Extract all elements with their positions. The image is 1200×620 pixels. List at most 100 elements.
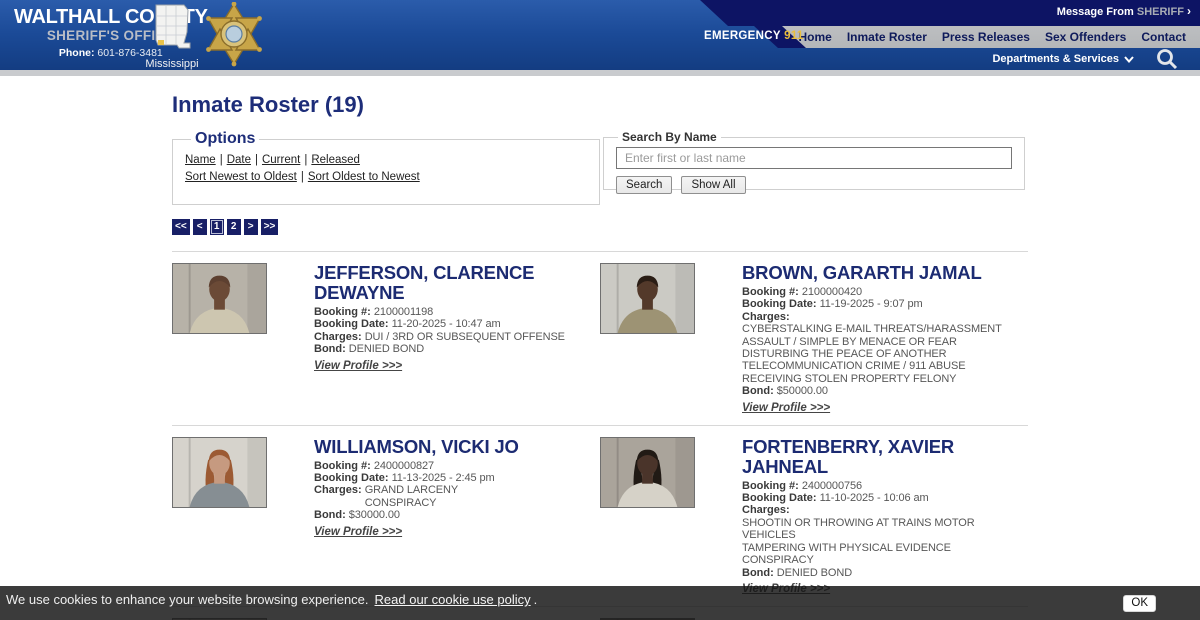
- field-value: SHOOTIN OR THROWING AT TRAINS MOTOR VEHI…: [742, 516, 975, 567]
- field-value: DENIED BOND: [348, 343, 425, 356]
- field-label: Bond:: [314, 509, 346, 522]
- emergency-label: EMERGENCY: [704, 30, 781, 42]
- options-fieldset: Options Name | Date | Current | Released Sort …: [172, 130, 600, 205]
- page-next-button[interactable]: >: [243, 219, 258, 235]
- charges-field: Charges: GRAND LARCENY CONSPIRACY: [314, 484, 594, 509]
- message-sheriff: SHERIFF: [1136, 6, 1184, 18]
- search-icon[interactable]: [1156, 48, 1178, 70]
- filter-released-link[interactable]: Released: [311, 154, 360, 166]
- charges-field: Charges:SHOOTIN OR THROWING AT TRAINS MO…: [742, 504, 1022, 566]
- field-label: Booking #:: [314, 306, 371, 318]
- sort-links: Sort Newest to Oldest | Sort Oldest to New…: [185, 169, 587, 186]
- departments-services-menu[interactable]: Departments & Services: [992, 53, 1119, 65]
- field-value: 2400000827: [373, 459, 435, 472]
- booking-number-field: Booking #: 2100000420: [742, 286, 1022, 298]
- field-label: Booking #:: [314, 459, 371, 472]
- booking-number-field: Booking #: 2100001198: [314, 306, 594, 318]
- field-value: 2100001198: [373, 306, 434, 318]
- page-prev-button[interactable]: <: [192, 219, 207, 235]
- bond-field: Bond: $30000.00: [314, 509, 594, 521]
- field-label: Booking #:: [742, 286, 799, 298]
- inmate-card: BROWN, GARARTH JAMAL Booking #: 210000042…: [600, 251, 1028, 425]
- nav-contact[interactable]: Contact: [1141, 30, 1186, 44]
- inmate-list: JEFFERSON, CLARENCE DEWAYNE Booking #: 21…: [172, 251, 1028, 620]
- booking-number-field: Booking #: 2400000827: [314, 460, 594, 472]
- field-value: $30000.00: [348, 509, 400, 522]
- field-value: 2400000756: [801, 479, 863, 492]
- field-label: Bond:: [742, 566, 774, 579]
- nav-press-releases[interactable]: Press Releases: [942, 30, 1030, 44]
- field-label: Booking Date:: [742, 298, 817, 311]
- site-header: WALTHALL COUNTY SHERIFF'S OFFICE Phone: …: [0, 0, 1200, 76]
- field-value: 11-20-2025 - 10:47 am: [391, 318, 501, 331]
- mugshot-photo[interactable]: [600, 263, 695, 334]
- mugshot-photo[interactable]: [172, 263, 267, 334]
- inmate-name: BROWN, GARARTH JAMAL: [742, 262, 982, 283]
- filter-name-link[interactable]: Name: [185, 154, 216, 166]
- bond-field: Bond: $50000.00: [742, 385, 1022, 397]
- mugshot-photo[interactable]: [172, 436, 267, 508]
- search-input[interactable]: [616, 147, 1012, 169]
- bond-field: Bond: DENIED BOND: [314, 343, 594, 355]
- page: WALTHALL COUNTY SHERIFF'S OFFICE Phone: …: [0, 0, 1200, 620]
- inmate-card: WILLIAMSON, VICKI JO Booking #: 240000082…: [172, 424, 600, 606]
- charges-field: Charges:CYBERSTALKING E-MAIL THREATS/HAR…: [742, 311, 1022, 385]
- field-label: Booking Date:: [314, 318, 389, 331]
- inmate-name: WILLIAMSON, VICKI JO: [314, 435, 519, 457]
- page-title: Inmate Roster (19): [172, 92, 364, 117]
- field-value: $50000.00: [776, 385, 828, 398]
- field-label: Charges:: [314, 330, 362, 343]
- separator: |: [300, 171, 304, 183]
- field-value: 11-13-2025 - 2:45 pm: [391, 472, 495, 485]
- page-2-button[interactable]: 2: [226, 219, 241, 235]
- header-bottom-strip: [0, 70, 1200, 76]
- field-value: GRAND LARCENY CONSPIRACY: [364, 484, 459, 509]
- page-last-button[interactable]: >>: [260, 219, 279, 235]
- phone-label: Phone:: [58, 47, 95, 59]
- filter-links: Name | Date | Current | Released: [185, 152, 587, 169]
- show-all-button[interactable]: Show All: [681, 176, 746, 194]
- field-label: Charges:: [314, 484, 362, 497]
- inmate-info: BROWN, GARARTH JAMAL Booking #: 210000042…: [742, 263, 1028, 416]
- sort-oldest-link[interactable]: Sort Oldest to Newest: [308, 171, 420, 183]
- view-profile-link[interactable]: View Profile >>>: [742, 402, 830, 414]
- mississippi-shape-icon: [155, 4, 191, 49]
- message-prefix: Message From: [1056, 6, 1134, 18]
- cookie-suffix: .: [533, 592, 538, 607]
- inmate-name: JEFFERSON, CLARENCE DEWAYNE: [314, 262, 535, 303]
- separator: |: [219, 154, 223, 166]
- field-label: Bond:: [314, 343, 346, 356]
- field-value: 2100000420: [801, 286, 863, 298]
- inmate-info: WILLIAMSON, VICKI JO Booking #: 240000082…: [314, 435, 600, 597]
- inmate-info: JEFFERSON, CLARENCE DEWAYNE Booking #: 21…: [314, 263, 600, 416]
- cookie-banner: We use cookies to enhance your website b…: [0, 586, 1200, 620]
- field-value: 11-10-2025 - 10:06 am: [819, 492, 929, 505]
- field-label: Charges:: [742, 504, 790, 517]
- page-first-button[interactable]: <<: [172, 219, 190, 235]
- main-nav: Home Inmate Roster Press Releases Sex Of…: [799, 26, 1187, 48]
- state-label: Mississippi: [145, 58, 199, 70]
- view-profile-link[interactable]: View Profile >>>: [314, 526, 402, 538]
- sort-newest-link[interactable]: Sort Newest to Oldest: [185, 171, 297, 183]
- bond-field: Bond: DENIED BOND: [742, 567, 1022, 579]
- field-value: 11-19-2025 - 9:07 pm: [819, 298, 923, 311]
- cookie-policy-link[interactable]: Read our cookie use policy: [375, 592, 531, 607]
- nav-sex-offenders[interactable]: Sex Offenders: [1045, 30, 1126, 44]
- booking-date-field: Booking Date: 11-20-2025 - 10:47 am: [314, 318, 594, 330]
- inmate-info: FORTENBERRY, XAVIER JAHNEAL Booking #: 24…: [742, 436, 1028, 597]
- filter-date-link[interactable]: Date: [227, 154, 251, 166]
- field-label: Booking Date:: [314, 472, 389, 485]
- inmate-card: FORTENBERRY, XAVIER JAHNEAL Booking #: 24…: [600, 424, 1028, 606]
- mugshot-photo[interactable]: [600, 436, 695, 508]
- view-profile-link[interactable]: View Profile >>>: [314, 360, 402, 372]
- nav-inmate-roster[interactable]: Inmate Roster: [847, 30, 927, 44]
- content: Inmate Roster (19) Options Name | Date | Cur…: [0, 76, 1200, 620]
- page-1-button[interactable]: 1: [209, 219, 224, 235]
- filter-current-link[interactable]: Current: [262, 154, 300, 166]
- emergency-911: EMERGENCY 911: [704, 30, 804, 42]
- inmate-card: JEFFERSON, CLARENCE DEWAYNE Booking #: 21…: [172, 251, 600, 425]
- cookie-ok-button[interactable]: OK: [1123, 595, 1156, 612]
- search-button[interactable]: Search: [616, 176, 673, 194]
- message-from-sheriff-link[interactable]: Message From SHERIFF ›: [1057, 4, 1191, 18]
- options-legend: Options: [195, 130, 256, 147]
